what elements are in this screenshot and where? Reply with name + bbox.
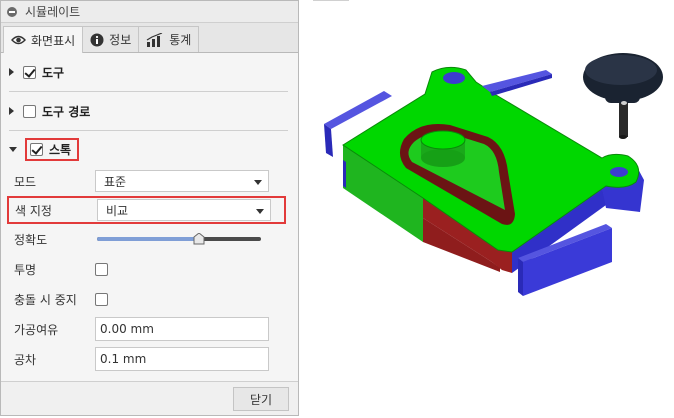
mode-row: 모드 표준 <box>1 166 298 196</box>
fixture-clamp-front-side <box>518 258 523 296</box>
colorization-label: 색 지정 <box>15 203 52 218</box>
fixture-strip <box>343 160 346 188</box>
boss-hole-right <box>610 167 628 177</box>
tool-holder-dot <box>621 101 627 105</box>
simulation-panel: 시뮬레이트 화면표시 정보 통계 도구 도구 경로 스톡 모드 표준 색 지정 … <box>0 0 299 416</box>
center-boss-base <box>421 149 465 167</box>
accuracy-slider[interactable] <box>97 232 261 246</box>
stock-offset-input[interactable]: 0.00 mm <box>95 317 269 341</box>
collapse-arrow-icon[interactable] <box>9 146 17 152</box>
collapse-panel-icon[interactable] <box>7 6 17 17</box>
simulation-viewport[interactable] <box>300 0 674 418</box>
boss-hole-top <box>443 72 465 84</box>
tolerance-input[interactable]: 0.1 mm <box>95 347 269 371</box>
section-tool[interactable]: 도구 <box>1 53 298 91</box>
slider-thumb[interactable] <box>193 233 205 245</box>
mode-select[interactable]: 표준 <box>95 170 269 192</box>
transparent-row: 투명 <box>1 254 298 284</box>
colorization-value: 비교 <box>106 203 129 218</box>
panel-title: 시뮬레이트 <box>25 5 81 19</box>
tab-bar: 화면표시 정보 통계 <box>1 23 298 53</box>
panel-footer: 닫기 <box>1 381 298 415</box>
fixture-clamp-back-left-side <box>324 124 333 157</box>
transparent-checkbox[interactable] <box>95 262 108 276</box>
chevron-down-icon <box>256 209 264 214</box>
expand-arrow-icon[interactable] <box>9 107 14 115</box>
accuracy-row: 정확도 <box>1 224 298 254</box>
section-toolpath-label: 도구 경로 <box>42 104 91 119</box>
simulation-window: 시뮬레이트 화면표시 정보 통계 도구 도구 경로 스톡 모드 표준 색 지정 … <box>0 0 674 418</box>
stock-highlight-box: 스톡 <box>25 137 80 161</box>
tab-info-label: 정보 <box>109 33 132 47</box>
close-button[interactable]: 닫기 <box>233 387 289 411</box>
panel-titlebar: 시뮬레이트 <box>1 1 298 23</box>
tool-checkbox[interactable] <box>23 65 36 79</box>
section-tool-label: 도구 <box>42 65 65 80</box>
info-icon <box>90 33 104 47</box>
tab-info[interactable]: 정보 <box>82 26 140 52</box>
accuracy-label: 정확도 <box>14 232 48 247</box>
eye-icon <box>11 34 26 46</box>
tab-display-label: 화면표시 <box>31 33 76 48</box>
section-stock-label: 스톡 <box>49 142 72 157</box>
tolerance-label: 공차 <box>14 352 37 367</box>
expand-arrow-icon[interactable] <box>9 68 14 76</box>
tab-statistics-label: 통계 <box>169 33 192 47</box>
transparent-label: 투명 <box>14 262 37 277</box>
tool-tip <box>619 135 627 139</box>
tab-statistics[interactable]: 통계 <box>138 26 200 52</box>
stop-on-collision-label: 충돌 시 중지 <box>14 292 77 307</box>
mode-label: 모드 <box>14 174 37 189</box>
tolerance-row: 공차 0.1 mm <box>1 344 298 374</box>
colorization-select[interactable]: 비교 <box>97 199 271 221</box>
tab-display[interactable]: 화면표시 <box>3 26 84 53</box>
stock-offset-row: 가공여유 0.00 mm <box>1 314 298 344</box>
toolpath-checkbox[interactable] <box>23 104 36 118</box>
stop-on-collision-row: 충돌 시 중지 <box>1 284 298 314</box>
slider-fill <box>97 237 199 241</box>
stock-checkbox[interactable] <box>30 142 43 156</box>
section-toolpath[interactable]: 도구 경로 <box>1 92 298 130</box>
chevron-down-icon <box>254 180 262 185</box>
center-boss-top <box>420 130 466 150</box>
statistics-icon <box>146 32 164 47</box>
colorization-row: 색 지정 비교 <box>7 196 286 224</box>
stop-on-collision-checkbox[interactable] <box>95 292 108 306</box>
tool-holder-top <box>585 55 657 85</box>
stock-offset-label: 가공여유 <box>14 322 59 337</box>
section-stock[interactable]: 스톡 <box>1 131 298 167</box>
mode-value: 표준 <box>104 174 127 189</box>
